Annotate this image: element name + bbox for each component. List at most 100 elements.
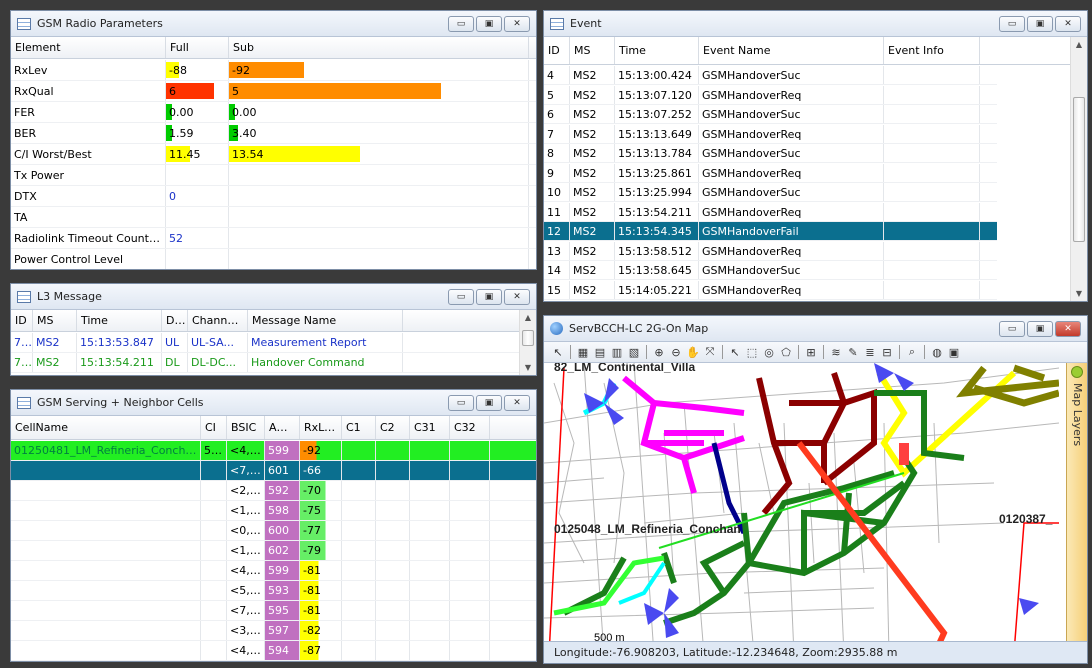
layer-add-icon[interactable]: ≣ [862, 344, 878, 360]
event-row[interactable]: 14 MS2 15:13:58.645 GSMHandoverSuc [544, 261, 997, 280]
layers-icon[interactable]: ≋ [828, 344, 844, 360]
col-c2[interactable]: C2 [376, 416, 410, 439]
cell-row[interactable]: <4,2> 599 -81 [11, 561, 536, 581]
event-row[interactable]: 6 MS2 15:13:07.252 GSMHandoverSuc [544, 105, 997, 124]
close-button[interactable]: ✕ [504, 16, 530, 32]
maximize-button[interactable]: ▣ [1027, 321, 1053, 337]
event-row[interactable]: 12 MS2 15:13:54.345 GSMHandoverFail [544, 222, 997, 241]
event-row[interactable]: 4 MS2 15:13:00.424 GSMHandoverSuc [544, 66, 997, 85]
event-row[interactable]: 13 MS2 15:13:58.512 GSMHandoverReq [544, 241, 997, 261]
radio-row[interactable]: C/I Worst/Best 11.45 13.54 [11, 144, 536, 165]
select-polygon-icon[interactable]: ⬠ [778, 344, 794, 360]
event-scrollbar[interactable]: ▲ ▼ [1070, 37, 1087, 301]
col-c31[interactable]: C31 [410, 416, 450, 439]
event-row[interactable]: 15 MS2 15:14:05.221 GSMHandoverReq [544, 280, 997, 300]
zoom-in-icon[interactable]: ⊕ [651, 344, 667, 360]
radio-row[interactable]: TA [11, 207, 536, 228]
col-direction[interactable]: Di... [162, 310, 188, 331]
col-rxlev[interactable]: RxLev [300, 416, 342, 439]
cell-row[interactable]: <4,3> 594 -87 [11, 641, 536, 661]
col-c1[interactable]: C1 [342, 416, 376, 439]
cell-row[interactable]: <1,0> 602 -79 [11, 541, 536, 561]
col-ms[interactable]: MS [570, 37, 615, 64]
radio-row[interactable]: BER 1.59 3.40 [11, 123, 536, 144]
scroll-thumb[interactable] [1073, 97, 1085, 242]
col-event-info[interactable]: Event Info [884, 37, 980, 64]
map-layers-tab[interactable]: Map Layers [1066, 363, 1087, 655]
layer-edit-icon[interactable]: ✎ [845, 344, 861, 360]
cell-row[interactable]: <2,1> 592 -70 [11, 481, 536, 501]
event-row[interactable]: 9 MS2 15:13:25.861 GSMHandoverReq [544, 163, 997, 183]
radio-row[interactable]: Radiolink Timeout Counte... 52 [11, 228, 536, 249]
cell-row[interactable]: <3,7> 597 -82 [11, 621, 536, 641]
col-arfcn[interactable]: ARF... [265, 416, 300, 439]
pan-hand-icon[interactable]: ✋ [685, 344, 701, 360]
radio-row[interactable]: Tx Power [11, 165, 536, 186]
cell-row[interactable]: <1,5> 598 -75 [11, 501, 536, 521]
radio-row[interactable]: Power Control Level [11, 249, 536, 269]
minimize-button[interactable]: ▭ [999, 321, 1025, 337]
globe-icon[interactable]: ◍ [929, 344, 945, 360]
l3-message-row[interactable]: 792 MS2 15:13:53.847 UL UL-SA... Measurement … [11, 333, 520, 353]
radio-row[interactable]: DTX 0 [11, 186, 536, 207]
col-id[interactable]: ID [544, 37, 570, 64]
pointer-tool-icon[interactable]: ↖ [550, 344, 566, 360]
col-id[interactable]: ID [11, 310, 33, 331]
maximize-button[interactable]: ▣ [476, 16, 502, 32]
l3-scrollbar[interactable]: ▲ ▼ [519, 310, 536, 375]
maximize-button[interactable]: ▣ [476, 395, 502, 411]
event-row[interactable]: 5 MS2 15:13:07.120 GSMHandoverReq [544, 85, 997, 105]
close-button[interactable]: ✕ [1055, 16, 1081, 32]
measure-icon[interactable]: ⊞ [803, 344, 819, 360]
maximize-button[interactable]: ▣ [476, 289, 502, 305]
cell-row[interactable]: <5,6> 593 -81 [11, 581, 536, 601]
cell-row[interactable]: <7,6> 601 -66 [11, 461, 536, 481]
radio-row[interactable]: RxQual 6 5 [11, 81, 536, 102]
select-circle-icon[interactable]: ◎ [761, 344, 777, 360]
close-button[interactable]: ✕ [1055, 321, 1081, 337]
select-icon[interactable]: ↖ [727, 344, 743, 360]
minimize-button[interactable]: ▭ [448, 289, 474, 305]
event-row[interactable]: 7 MS2 15:13:13.649 GSMHandoverReq [544, 124, 997, 144]
event-row[interactable]: 11 MS2 15:13:54.211 GSMHandoverReq [544, 202, 997, 222]
scroll-down-icon[interactable]: ▼ [520, 360, 536, 375]
col-message-name[interactable]: Message Name [248, 310, 403, 331]
minimize-button[interactable]: ▭ [448, 16, 474, 32]
l3-message-row[interactable]: 793 MS2 15:13:54.211 DL DL-DC... Handover Com… [11, 353, 520, 373]
radio-row[interactable]: FER 0.00 0.00 [11, 102, 536, 123]
scroll-thumb[interactable] [522, 330, 534, 346]
col-time[interactable]: Time [77, 310, 162, 331]
close-button[interactable]: ✕ [504, 289, 530, 305]
grid-tool-icon[interactable]: ▦ [575, 344, 591, 360]
scroll-down-icon[interactable]: ▼ [1071, 286, 1087, 301]
event-row[interactable]: 10 MS2 15:13:25.994 GSMHandoverSuc [544, 183, 997, 202]
layer-remove-icon[interactable]: ⊟ [879, 344, 895, 360]
properties-icon[interactable]: ▣ [946, 344, 962, 360]
col-ci[interactable]: CI [201, 416, 227, 439]
col-channel[interactable]: Channe... [188, 310, 248, 331]
col-ms[interactable]: MS [33, 310, 77, 331]
map-canvas[interactable]: 82_LM_Continental_Villa 0125048_LM_Refin… [544, 363, 1059, 655]
chart-tool-icon[interactable]: ▥ [609, 344, 625, 360]
close-button[interactable]: ✕ [504, 395, 530, 411]
event-row[interactable]: 8 MS2 15:13:13.784 GSMHandoverSuc [544, 144, 997, 163]
report-tool-icon[interactable]: ▧ [626, 344, 642, 360]
col-full[interactable]: Full [166, 37, 229, 58]
maximize-button[interactable]: ▣ [1027, 16, 1053, 32]
scroll-up-icon[interactable]: ▲ [1071, 37, 1087, 53]
col-event-name[interactable]: Event Name [699, 37, 884, 64]
minimize-button[interactable]: ▭ [999, 16, 1025, 32]
find-icon[interactable]: ⌕ [904, 344, 920, 360]
legend-tool-icon[interactable]: ▤ [592, 344, 608, 360]
col-c32[interactable]: C32 [450, 416, 490, 439]
col-time[interactable]: Time [615, 37, 699, 64]
col-sub[interactable]: Sub [229, 37, 529, 58]
radio-row[interactable]: RxLev -88 -92 [11, 60, 536, 81]
full-extent-icon[interactable]: ⤧ [702, 344, 718, 360]
cell-row[interactable]: 01250481_LM_Refineria_Conchan50481<4,2>5… [11, 441, 536, 461]
select-rect-icon[interactable]: ⬚ [744, 344, 760, 360]
minimize-button[interactable]: ▭ [448, 395, 474, 411]
col-element[interactable]: Element [11, 37, 166, 58]
col-cellname[interactable]: CellName [11, 416, 201, 439]
cell-row[interactable]: <0,0> 600 -77 [11, 521, 536, 541]
